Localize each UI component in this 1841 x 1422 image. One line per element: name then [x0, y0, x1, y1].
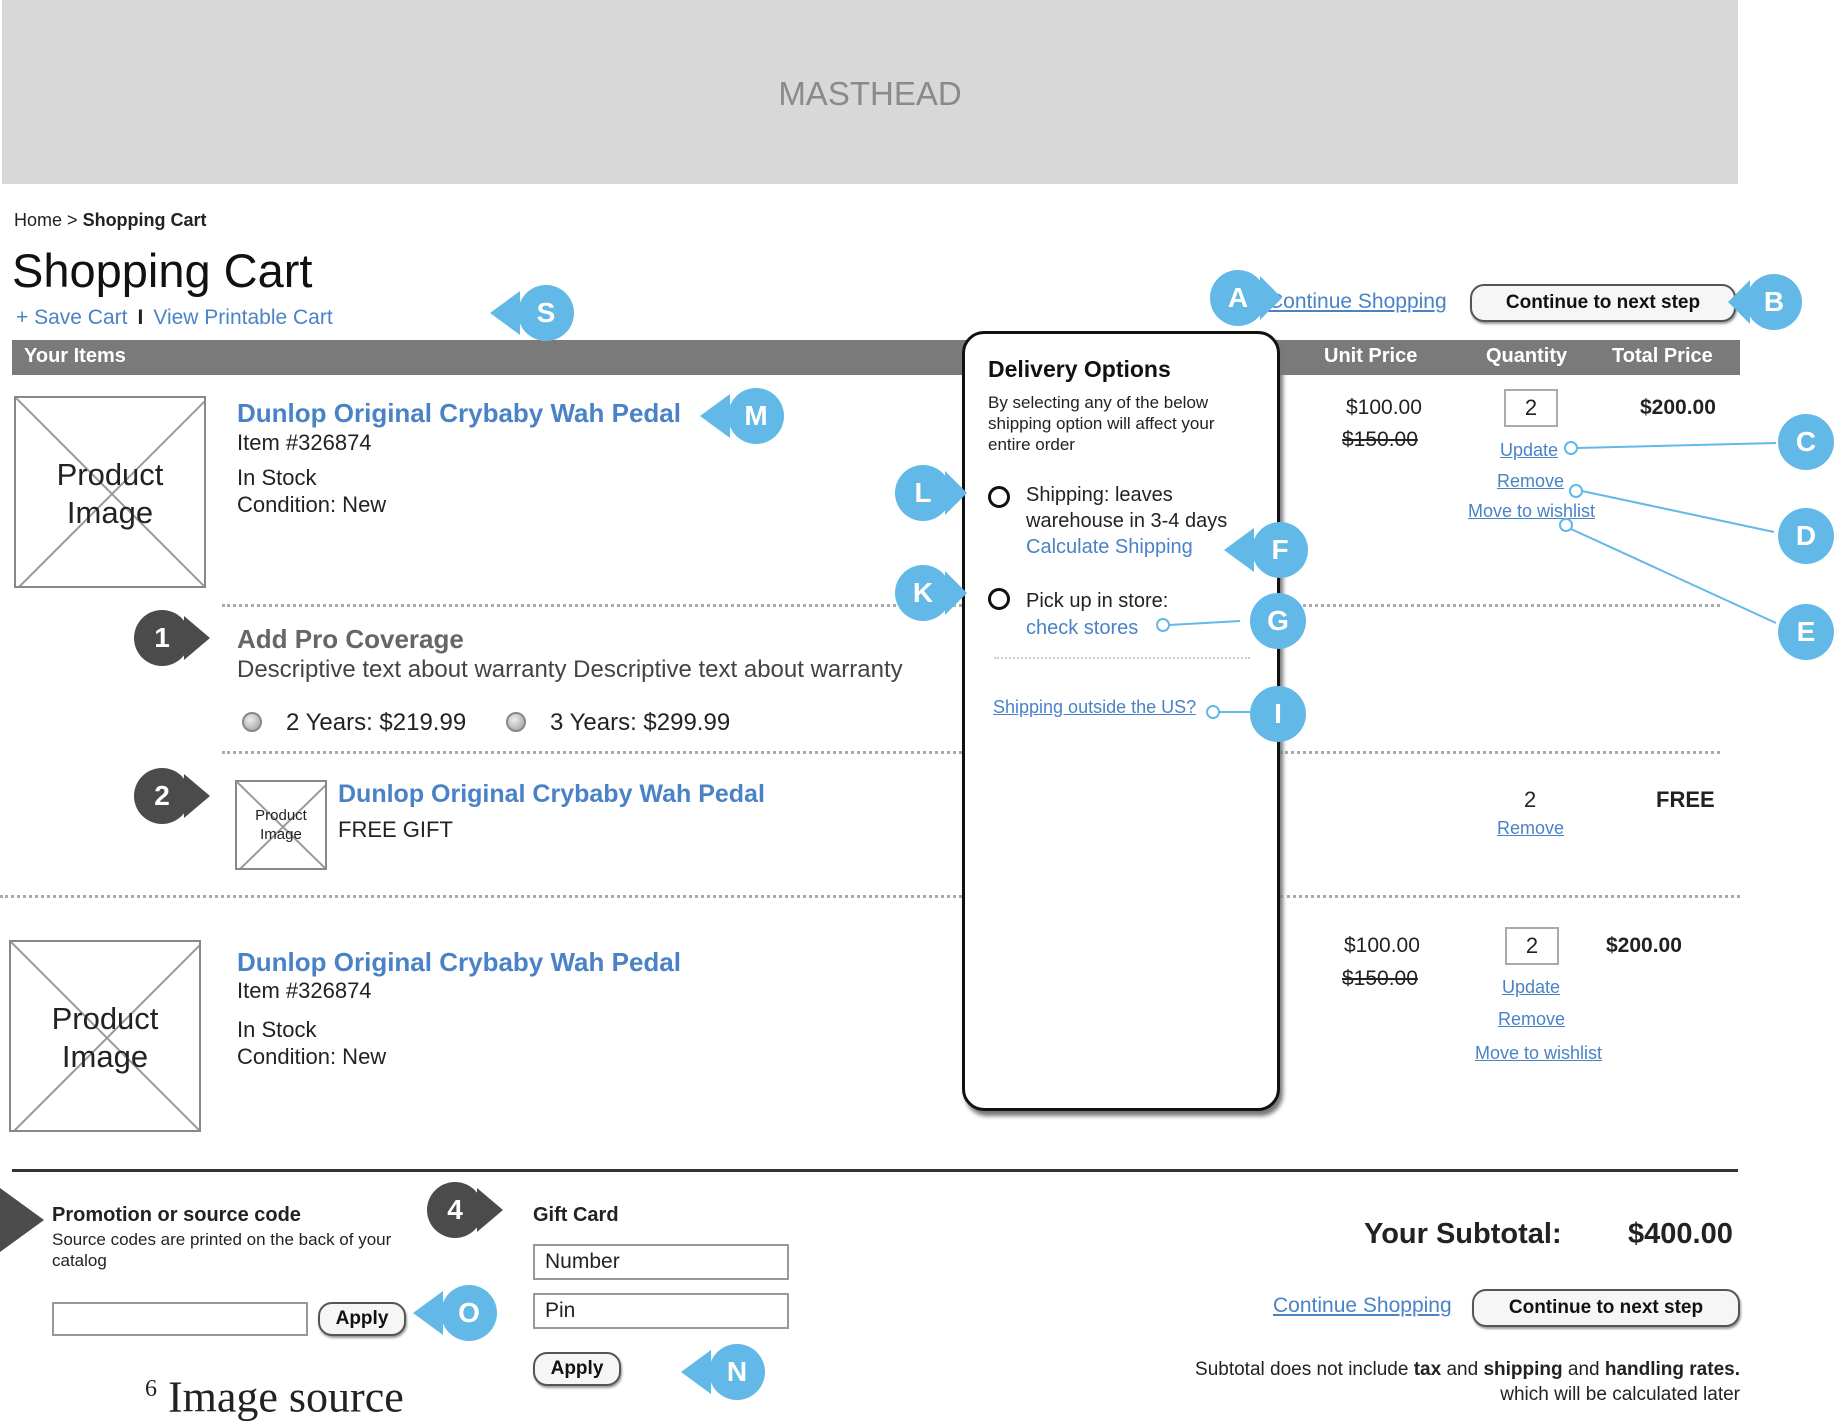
marker-label: S: [518, 285, 574, 341]
marker-label: N: [709, 1344, 765, 1400]
marker-label: L: [895, 465, 951, 521]
marker-pointer: [1260, 276, 1282, 320]
marker-pointer: [945, 571, 967, 615]
marker-pointer: [700, 394, 730, 438]
marker-pointer: [681, 1350, 711, 1394]
marker-pointer: [1224, 528, 1254, 572]
marker-label: B: [1746, 274, 1802, 330]
marker-label: F: [1252, 522, 1308, 578]
marker-pointer: [184, 774, 210, 818]
marker-label: 2: [134, 768, 190, 824]
marker-label: O: [441, 1285, 497, 1341]
marker-pointer: [413, 1291, 443, 1335]
marker-label: 1: [134, 610, 190, 666]
marker-pointer: [477, 1188, 503, 1232]
marker-label: M: [728, 388, 784, 444]
marker-label: A: [1210, 270, 1266, 326]
marker-label: D: [1778, 508, 1834, 564]
marker-label: E: [1778, 604, 1834, 660]
annotation-3-pointer: [0, 1188, 44, 1252]
marker-label: K: [895, 565, 951, 621]
marker-pointer: [184, 616, 210, 660]
marker-pointer: [490, 291, 520, 335]
marker-label: G: [1250, 593, 1306, 649]
marker-label: I: [1250, 686, 1306, 742]
marker-label: 4: [427, 1182, 483, 1238]
marker-label: C: [1778, 414, 1834, 470]
annotation-connectors: [1156, 441, 1777, 719]
marker-pointer: [945, 471, 967, 515]
